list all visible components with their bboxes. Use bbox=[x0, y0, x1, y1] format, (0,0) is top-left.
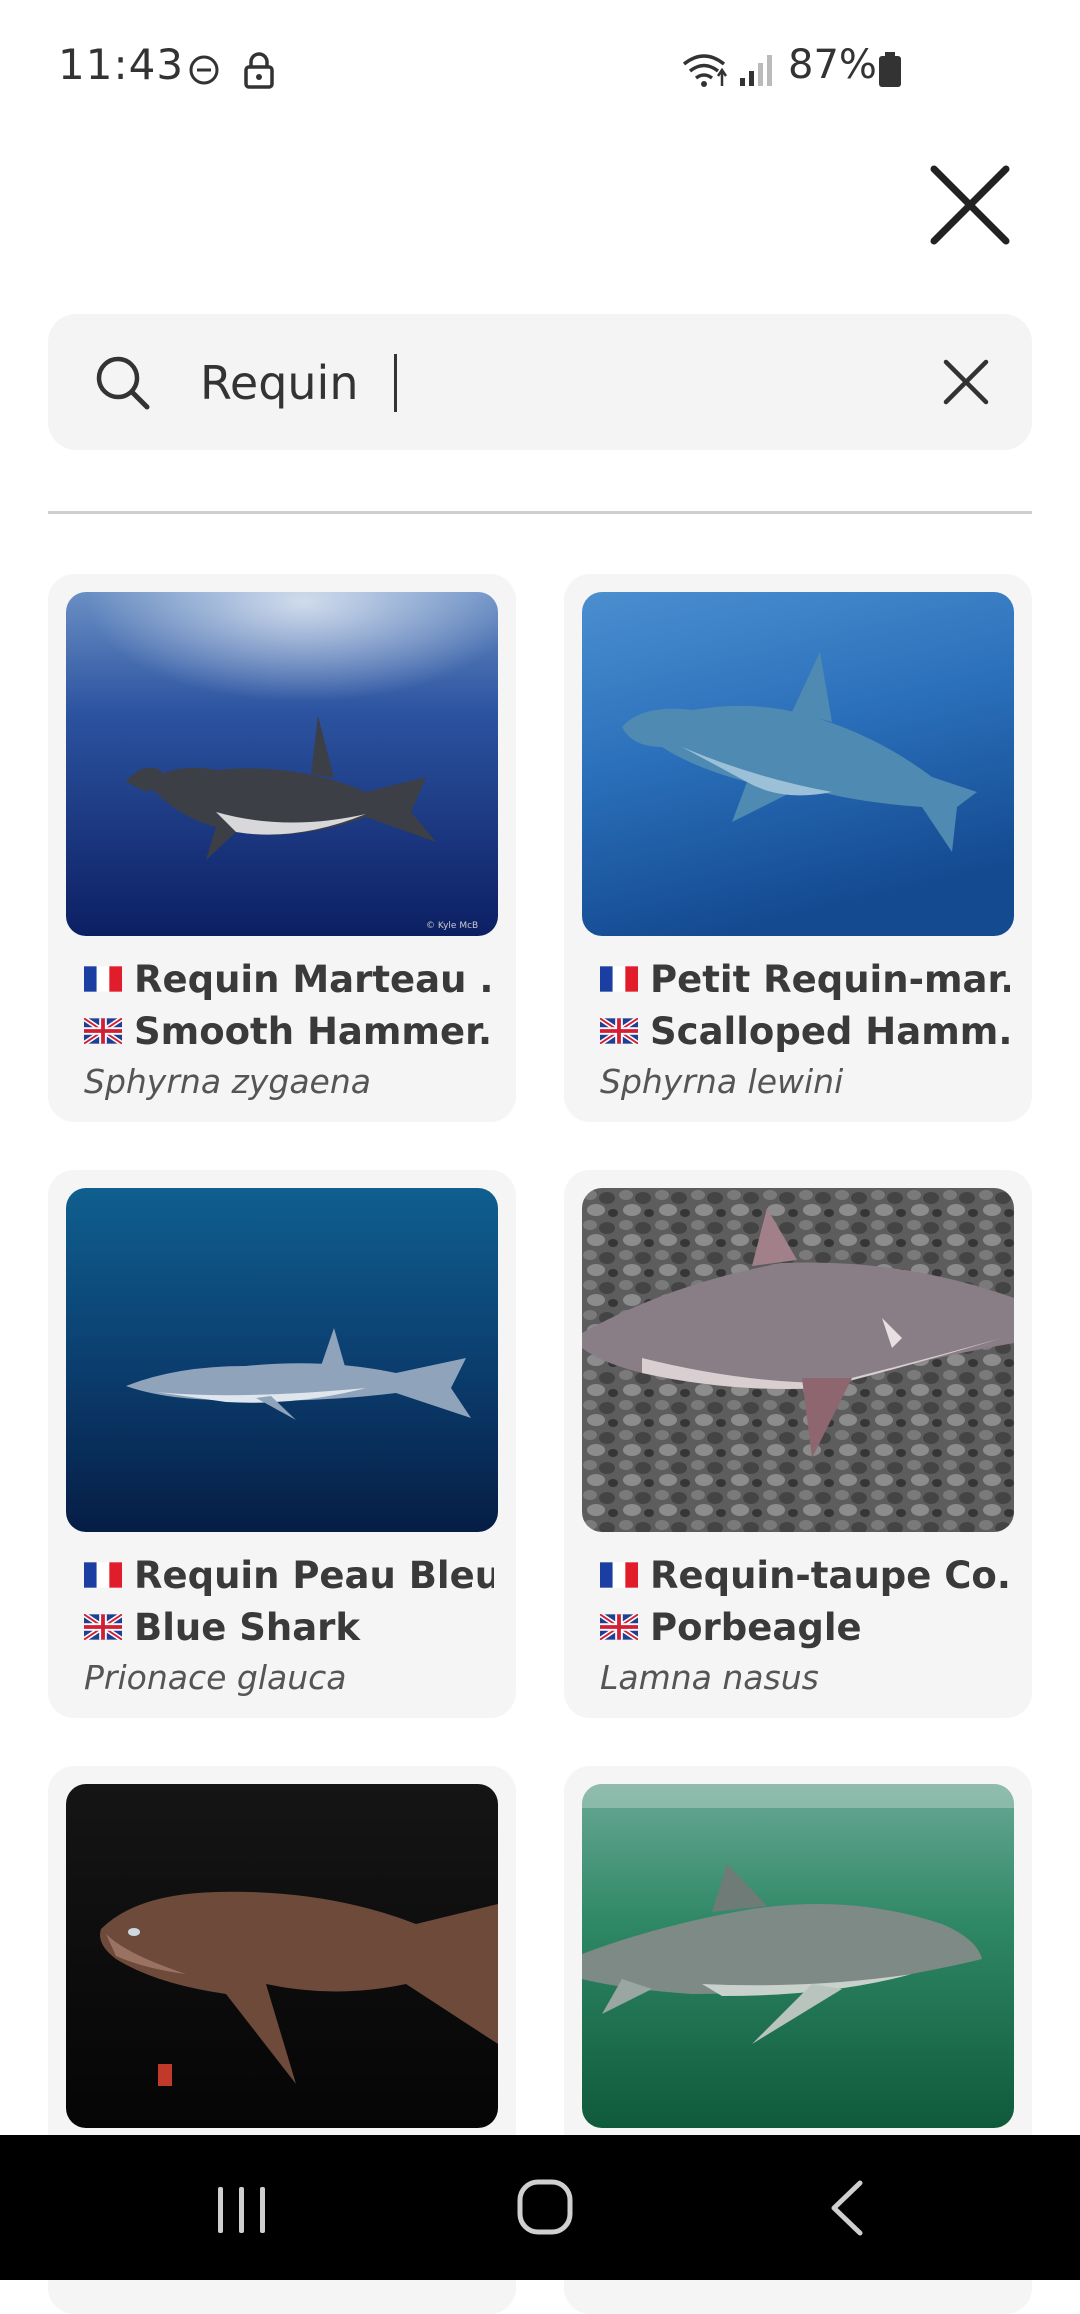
home-icon[interactable] bbox=[515, 2177, 575, 2237]
name-en: Blue Shark bbox=[84, 1600, 494, 1654]
name-en-text: Smooth Hammer... bbox=[134, 1009, 494, 1053]
flag-fr-icon bbox=[84, 966, 122, 992]
species-photo bbox=[582, 1188, 1014, 1532]
name-en: Smooth Hammer... bbox=[84, 1004, 494, 1058]
flag-uk-icon bbox=[600, 1018, 638, 1044]
text-cursor bbox=[394, 354, 397, 412]
scientific-name: Sphyrna zygaena bbox=[84, 1062, 371, 1101]
name-en: Porbeagle bbox=[600, 1600, 1010, 1654]
name-fr-text: Requin Marteau ... bbox=[134, 957, 494, 1001]
flag-fr-icon bbox=[84, 1562, 122, 1588]
flag-fr-icon bbox=[600, 966, 638, 992]
status-time: 11:43 bbox=[58, 40, 185, 89]
species-photo bbox=[582, 1784, 1014, 2128]
name-fr: Requin Marteau ... bbox=[84, 952, 494, 1006]
close-icon[interactable] bbox=[920, 155, 1020, 255]
battery-icon bbox=[879, 52, 901, 87]
back-icon[interactable] bbox=[822, 2179, 872, 2237]
flag-uk-icon bbox=[84, 1614, 122, 1640]
species-photo: © Kyle McB bbox=[66, 592, 498, 936]
recents-icon[interactable] bbox=[212, 2185, 272, 2235]
clear-icon[interactable] bbox=[936, 352, 996, 412]
name-en-text: Blue Shark bbox=[134, 1605, 361, 1649]
scientific-name: Prionace glauca bbox=[84, 1658, 347, 1697]
search-icon bbox=[96, 356, 150, 410]
scientific-name: Sphyrna lewini bbox=[600, 1062, 844, 1101]
flag-fr-icon bbox=[600, 1562, 638, 1588]
species-card[interactable]: Requin-taupe Co... Porbeagle Lamna nasus bbox=[564, 1170, 1032, 1718]
scientific-name: Lamna nasus bbox=[600, 1658, 819, 1697]
species-photo bbox=[66, 1784, 498, 2128]
name-fr-text: Requin Peau Bleue bbox=[134, 1553, 494, 1597]
signal-icon bbox=[740, 55, 772, 86]
name-fr-text: Petit Requin-mar... bbox=[650, 957, 1010, 1001]
name-fr: Petit Requin-mar... bbox=[600, 952, 1010, 1006]
name-en-text: Scalloped Hamm... bbox=[650, 1009, 1010, 1053]
search-bar[interactable] bbox=[48, 314, 1032, 450]
species-card[interactable]: Requin Peau Bleue Blue Shark Prionace gl… bbox=[48, 1170, 516, 1718]
photo-credit: © Kyle McB bbox=[426, 921, 478, 931]
flag-uk-icon bbox=[600, 1614, 638, 1640]
flag-uk-icon bbox=[84, 1018, 122, 1044]
name-en: Scalloped Hamm... bbox=[600, 1004, 1010, 1058]
search-input[interactable] bbox=[198, 344, 962, 422]
species-photo bbox=[66, 1188, 498, 1532]
status-bar: 11:43 87% bbox=[0, 0, 1080, 140]
species-card[interactable]: © Kyle McB Requin Marteau ... Smooth Ham… bbox=[48, 574, 516, 1122]
lock-icon bbox=[244, 52, 274, 89]
name-en-text: Porbeagle bbox=[650, 1605, 862, 1649]
name-fr-text: Requin-taupe Co... bbox=[650, 1553, 1010, 1597]
name-fr: Requin Peau Bleue bbox=[84, 1548, 494, 1602]
wifi-icon bbox=[682, 54, 728, 87]
do-not-disturb-icon bbox=[189, 55, 219, 85]
navigation-bar bbox=[0, 2135, 1080, 2280]
species-card[interactable]: Petit Requin-mar... Scalloped Hamm... Sp… bbox=[564, 574, 1032, 1122]
battery-percent: 87% bbox=[788, 42, 877, 88]
species-photo bbox=[582, 592, 1014, 936]
divider bbox=[48, 511, 1032, 514]
name-fr: Requin-taupe Co... bbox=[600, 1548, 1010, 1602]
